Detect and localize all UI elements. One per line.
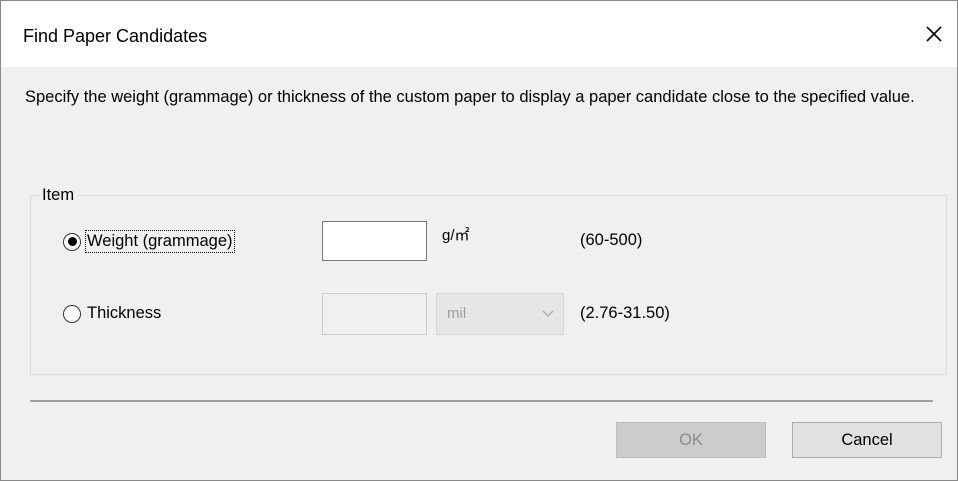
weight-radio-button[interactable] xyxy=(63,232,81,251)
dialog-title: Find Paper Candidates xyxy=(23,26,208,46)
thickness-radio[interactable]: Thickness xyxy=(63,304,161,323)
dialog-description: Specify the weight (grammage) or thickne… xyxy=(25,88,915,106)
item-group-label: Item xyxy=(39,186,78,205)
weight-radio-label[interactable]: Weight (grammage) xyxy=(85,230,235,253)
chevron-down-icon xyxy=(542,310,554,317)
thickness-range-label: (2.76-31.50) xyxy=(580,304,670,322)
weight-input[interactable] xyxy=(322,221,427,261)
close-button[interactable] xyxy=(917,17,951,51)
thickness-unit-select[interactable]: mil xyxy=(436,293,564,335)
weight-unit-label: g/㎡ xyxy=(442,227,470,244)
radio-selected-dot xyxy=(67,237,77,246)
weight-radio[interactable]: Weight (grammage) xyxy=(63,230,235,253)
thickness-radio-button[interactable] xyxy=(63,304,81,323)
thickness-input[interactable] xyxy=(322,293,427,335)
cancel-button[interactable]: Cancel xyxy=(792,422,942,458)
ok-button[interactable]: OK xyxy=(616,422,766,458)
find-paper-candidates-dialog: Find Paper Candidates Specify the weight… xyxy=(0,0,958,481)
thickness-radio-label[interactable]: Thickness xyxy=(87,304,161,323)
weight-range-label: (60-500) xyxy=(580,231,643,249)
title-bar: Find Paper Candidates xyxy=(1,1,957,67)
item-groupbox xyxy=(30,195,947,375)
close-icon xyxy=(926,26,942,42)
separator-line xyxy=(30,400,933,402)
thickness-unit-selected: mil xyxy=(447,305,467,322)
